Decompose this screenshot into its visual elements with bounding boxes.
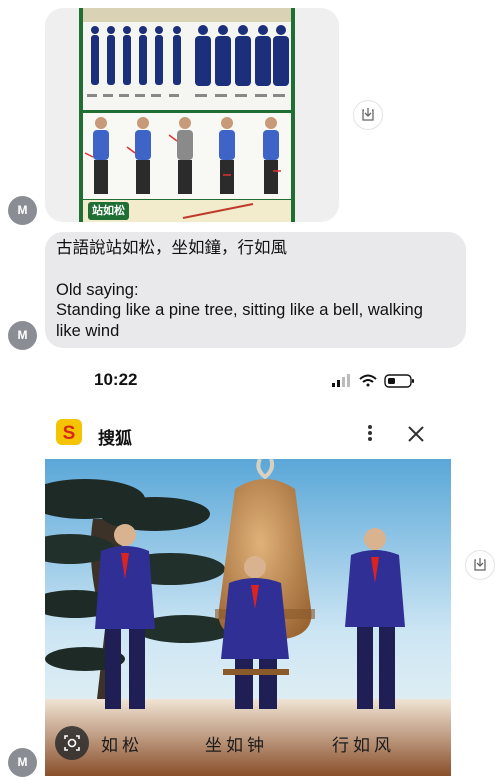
- bell-pine-wind-painting[interactable]: [45, 459, 451, 776]
- battery-icon: [384, 374, 414, 388]
- message-line-gap: [56, 259, 454, 280]
- caption-pine: 如松: [101, 736, 143, 756]
- message-line-translation: Standing like a pine tree, sitting like …: [56, 301, 423, 319]
- svg-text:S: S: [63, 423, 76, 444]
- app-title: 搜狐: [98, 429, 132, 448]
- poster-top-strip: [83, 8, 291, 22]
- message-line-chinese: 古語說站如松，坐如鐘，行如風: [56, 239, 287, 257]
- save-to-device-icon: [474, 558, 486, 571]
- cellular-signal-icon: [332, 374, 350, 387]
- poster-footer-label: 站如松: [88, 202, 129, 220]
- save-to-device-icon: [362, 108, 374, 121]
- caption-wind: 行如风: [332, 736, 395, 756]
- message-line-translation-end: like wind: [56, 321, 120, 340]
- status-bar-time: 10:22: [94, 370, 138, 389]
- message-line-heading: Old saying:: [56, 280, 139, 299]
- posture-photos: [84, 117, 281, 194]
- close-icon[interactable]: [406, 424, 426, 444]
- sender-avatar[interactable]: M: [8, 196, 37, 225]
- more-vertical-icon[interactable]: [362, 424, 378, 444]
- status-bar-icons: [332, 374, 414, 388]
- save-image-button[interactable]: [465, 550, 495, 580]
- posture-silhouettes: [87, 25, 289, 97]
- wifi-icon: [359, 374, 377, 387]
- sohu-logo-icon[interactable]: S: [55, 418, 85, 446]
- visual-lookup-icon[interactable]: [54, 725, 90, 761]
- sender-avatar[interactable]: M: [8, 321, 37, 350]
- save-image-button[interactable]: [353, 100, 383, 130]
- caption-bell: 坐如钟: [205, 736, 268, 756]
- poster-photo-panel: [83, 113, 291, 199]
- text-message-bubble[interactable]: 古語說站如松，坐如鐘，行如風 Old saying: Standing like…: [45, 232, 466, 348]
- painting-illustration: [45, 459, 451, 776]
- sender-avatar[interactable]: M: [8, 748, 37, 777]
- poster-silhouette-panel: [83, 22, 291, 110]
